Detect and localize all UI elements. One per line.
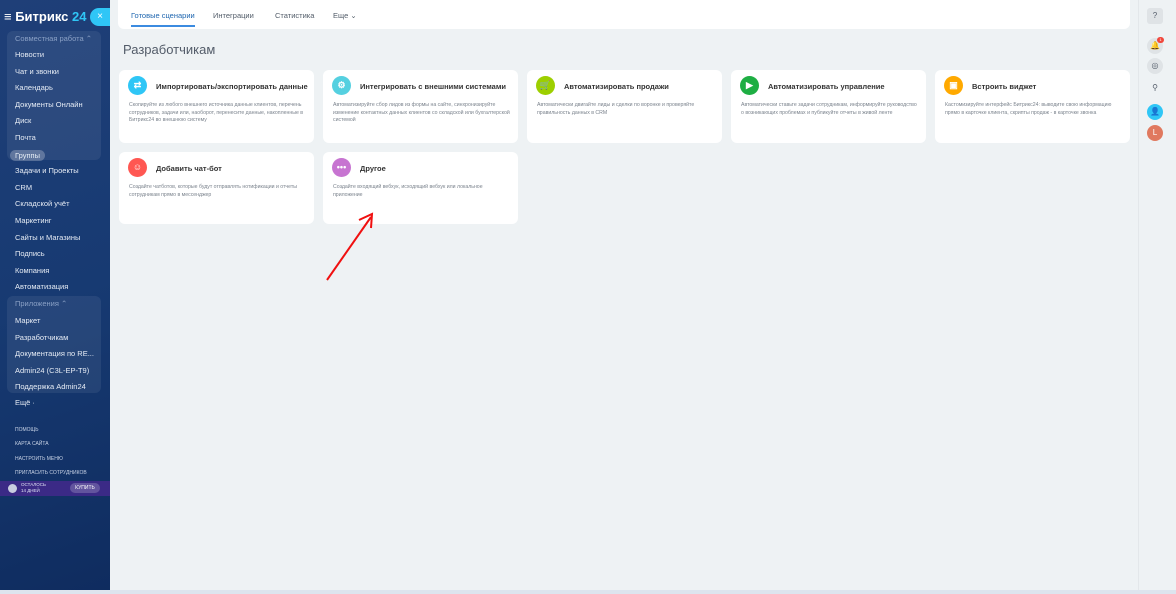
notification-badge: 1 (1157, 37, 1164, 43)
right-toolbar: ? 🔔 1 ◎ ⚲ 👤 L (1138, 0, 1176, 590)
red-arrow-annotation (326, 212, 374, 281)
taskbar (0, 590, 1176, 594)
help-button[interactable]: ? (1147, 8, 1163, 24)
add-user-icon[interactable]: 👤 (1147, 104, 1163, 120)
avatar[interactable]: L (1147, 125, 1163, 141)
chat-icon[interactable]: ◎ (1147, 58, 1163, 74)
search-icon[interactable]: ⚲ (1147, 80, 1163, 96)
